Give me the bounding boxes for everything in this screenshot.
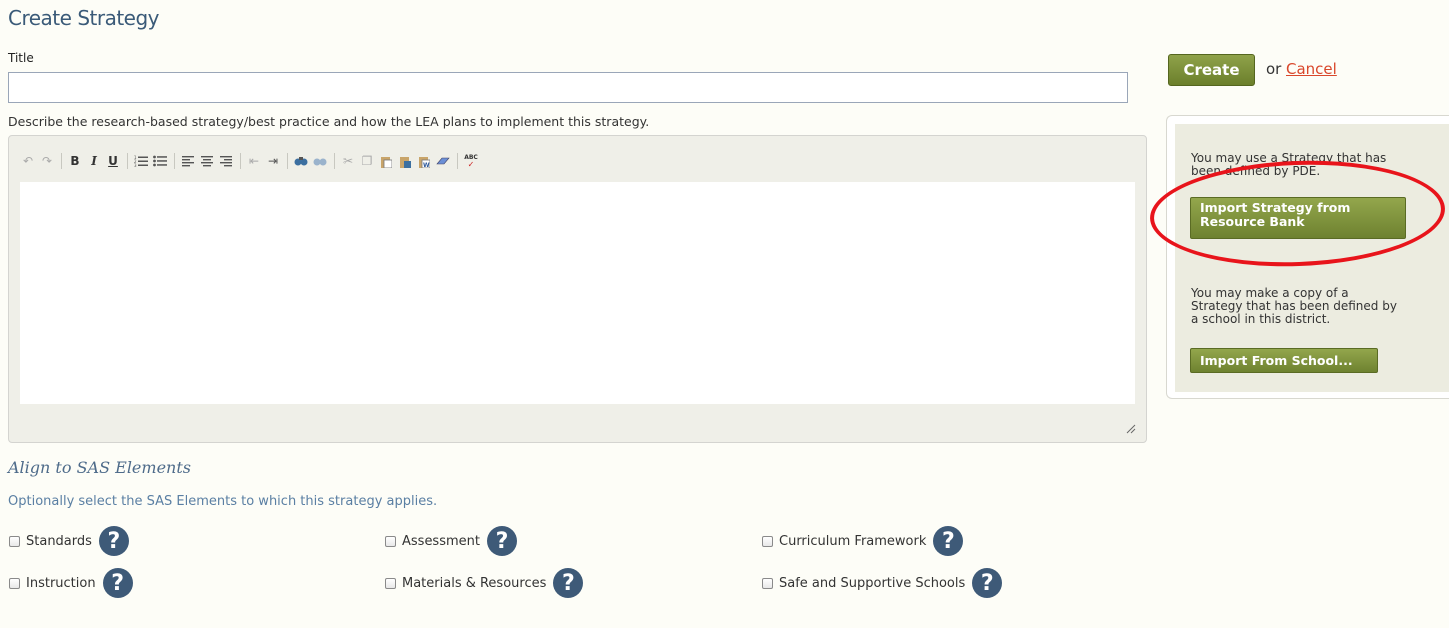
cut-icon[interactable]: ✂	[339, 151, 357, 171]
standards-label: Standards	[26, 533, 92, 549]
assessment-label: Assessment	[402, 533, 480, 549]
import-bank-line: Resource Bank	[1200, 214, 1305, 229]
help-icon[interactable]: ?	[102, 568, 133, 598]
paste-text-icon[interactable]	[396, 151, 414, 171]
find-icon[interactable]	[292, 151, 310, 171]
redo-icon[interactable]: ↷	[38, 151, 56, 171]
sas-option-assessment[interactable]: Assessment ?	[385, 526, 517, 556]
sas-option-curriculum-framework[interactable]: Curriculum Framework ?	[762, 526, 964, 556]
or-text: or	[1266, 60, 1282, 78]
title-input[interactable]	[8, 72, 1128, 103]
import-side-panel: You may use a Strategy that has been def…	[1166, 115, 1449, 399]
cancel-link[interactable]: Cancel	[1286, 60, 1337, 78]
svg-text:3: 3	[134, 163, 137, 167]
toolbar-divider	[457, 153, 458, 169]
instruction-label: Instruction	[26, 575, 96, 591]
standards-checkbox[interactable]	[9, 535, 20, 547]
safe-supportive-schools-label: Safe and Supportive Schools	[779, 575, 966, 591]
undo-icon[interactable]: ↶	[19, 151, 37, 171]
paste-word-icon[interactable]: W	[415, 151, 433, 171]
help-icon[interactable]: ?	[933, 526, 964, 556]
replace-icon[interactable]	[311, 151, 329, 171]
sas-option-safe-supportive-schools[interactable]: Safe and Supportive Schools ?	[762, 568, 1003, 598]
school-strategy-text: You may make a copy of a Strategy that h…	[1191, 287, 1397, 326]
align-left-icon[interactable]	[179, 151, 197, 171]
resize-grip-icon[interactable]	[1124, 422, 1136, 434]
toolbar-divider	[127, 153, 128, 169]
page-title: Create Strategy	[8, 6, 160, 30]
spellcheck-check: ✓	[467, 160, 475, 169]
editor-toolbar: ↶ ↷ B I U 123 ⇤ ⇥ ✂ ❐ W ABC ✓	[19, 148, 619, 174]
school-text-line: a school in this district.	[1191, 312, 1331, 326]
sas-section-description: Optionally select the SAS Elements to wh…	[8, 494, 438, 509]
align-center-icon[interactable]	[198, 151, 216, 171]
pde-text-line: been defined by PDE.	[1191, 164, 1321, 178]
description-label: Describe the research-based strategy/bes…	[8, 114, 650, 129]
instruction-checkbox[interactable]	[9, 577, 20, 589]
sas-option-materials-resources[interactable]: Materials & Resources ?	[385, 568, 584, 598]
svg-text:W: W	[423, 162, 430, 168]
import-from-school-button[interactable]: Import From School...	[1190, 348, 1378, 373]
align-right-icon[interactable]	[217, 151, 235, 171]
safe-supportive-schools-checkbox[interactable]	[762, 577, 773, 589]
spellcheck-icon[interactable]: ABC ✓	[462, 151, 480, 171]
help-icon[interactable]: ?	[98, 526, 129, 556]
materials-resources-label: Materials & Resources	[402, 575, 547, 591]
materials-resources-checkbox[interactable]	[385, 577, 396, 589]
import-bank-line: Import Strategy from	[1200, 200, 1351, 215]
outdent-icon[interactable]: ⇤	[245, 151, 263, 171]
italic-icon[interactable]: I	[85, 151, 103, 171]
editor-content-area[interactable]	[20, 182, 1135, 404]
toolbar-divider	[240, 153, 241, 169]
ordered-list-icon[interactable]: 123	[132, 151, 150, 171]
help-icon[interactable]: ?	[553, 568, 584, 598]
sas-section-title: Align to SAS Elements	[8, 458, 191, 477]
paste-icon[interactable]	[377, 151, 395, 171]
toolbar-divider	[287, 153, 288, 169]
bold-icon[interactable]: B	[66, 151, 84, 171]
create-button[interactable]: Create	[1168, 54, 1255, 86]
assessment-checkbox[interactable]	[385, 535, 396, 547]
curriculum-framework-label: Curriculum Framework	[779, 533, 927, 549]
title-label: Title	[8, 51, 34, 65]
curriculum-framework-checkbox[interactable]	[762, 535, 773, 547]
copy-icon[interactable]: ❐	[358, 151, 376, 171]
sas-option-standards[interactable]: Standards ?	[9, 526, 129, 556]
bullet-list-icon[interactable]	[151, 151, 169, 171]
eraser-icon[interactable]	[434, 151, 452, 171]
toolbar-divider	[334, 153, 335, 169]
pde-strategy-text: You may use a Strategy that has been def…	[1191, 152, 1386, 178]
help-icon[interactable]: ?	[486, 526, 517, 556]
underline-icon[interactable]: U	[104, 151, 122, 171]
indent-icon[interactable]: ⇥	[264, 151, 282, 171]
toolbar-divider	[174, 153, 175, 169]
import-side-panel-inner: You may use a Strategy that has been def…	[1175, 124, 1449, 392]
sas-option-instruction[interactable]: Instruction ?	[9, 568, 133, 598]
import-from-resource-bank-button[interactable]: Import Strategy from Resource Bank	[1190, 197, 1406, 239]
rich-text-editor: ↶ ↷ B I U 123 ⇤ ⇥ ✂ ❐ W ABC ✓	[8, 135, 1147, 443]
toolbar-divider	[61, 153, 62, 169]
help-icon[interactable]: ?	[972, 568, 1003, 598]
